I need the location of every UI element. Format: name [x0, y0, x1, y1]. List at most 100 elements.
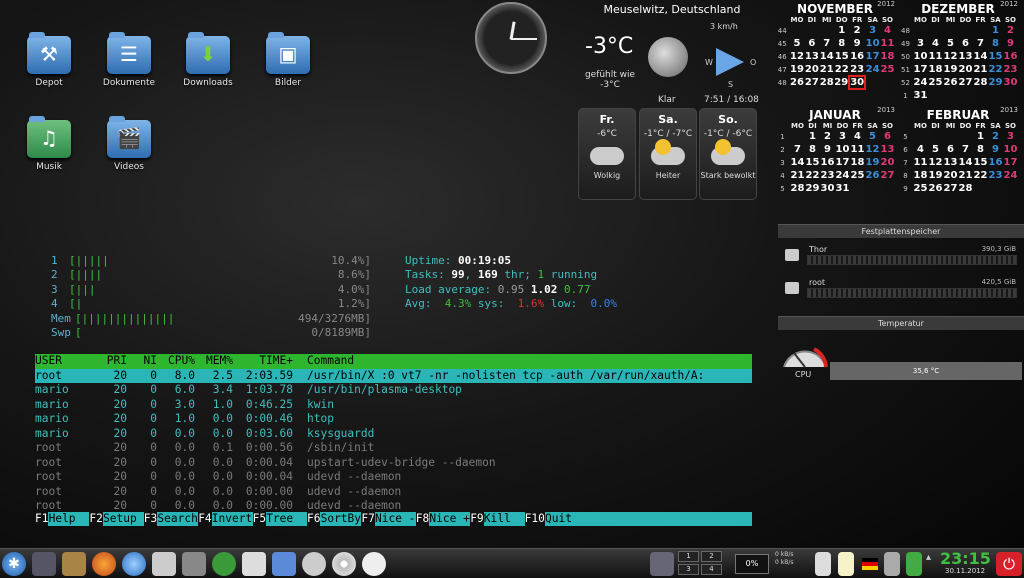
table-row[interactable]: mario 20 0 1.0 0.0 0:00.46 htop [35, 412, 752, 427]
calendar-day[interactable]: 20 [958, 63, 973, 76]
fkey-f9[interactable]: F9 [470, 512, 484, 526]
calendar-day[interactable]: 2 [988, 130, 1003, 143]
desktop-icon-dokumente[interactable]: ☰ Dokumente [94, 32, 164, 88]
calendar-day[interactable]: 8 [988, 37, 1003, 50]
calendar-day[interactable]: 29 [834, 76, 849, 89]
calendar-day[interactable]: 19 [790, 63, 805, 76]
calendar-day[interactable]: 5 [943, 37, 958, 50]
calendar-day[interactable]: 12 [865, 143, 880, 156]
calendar-day[interactable]: 28 [973, 76, 988, 89]
column-header[interactable]: MEM% [195, 354, 233, 369]
calendar-day[interactable]: 19 [865, 156, 880, 169]
process-table[interactable]: USER PRI NI CPU% MEM% TIME+ Command root 20 0 8.0 2… [35, 354, 752, 514]
calendar-day[interactable]: 14 [819, 50, 834, 63]
column-header[interactable]: USER [35, 354, 95, 369]
clipboard-icon[interactable] [815, 552, 831, 576]
calendar-day[interactable]: 22 [988, 63, 1003, 76]
desktop-1[interactable]: 1 [678, 551, 699, 562]
calendar-day[interactable]: 18 [880, 50, 895, 63]
calendar-day[interactable]: 9 [988, 143, 1003, 156]
calendar-day[interactable]: 6 [943, 143, 958, 156]
document-icon[interactable] [272, 552, 296, 576]
update-icon[interactable] [212, 552, 236, 576]
calendar-day[interactable]: 26 [865, 169, 880, 182]
calendar-day[interactable]: 11 [928, 50, 943, 63]
calendar-day[interactable]: 19 [943, 63, 958, 76]
calendar-day[interactable]: 21 [819, 63, 834, 76]
calendar-day[interactable]: 12 [790, 50, 805, 63]
digital-clock[interactable]: 23:15 [940, 549, 991, 568]
calendar-day[interactable]: 27 [880, 169, 895, 182]
table-row[interactable]: mario 20 0 3.0 1.0 0:46.25 kwin [35, 398, 752, 413]
calendar-day[interactable]: 3 [865, 24, 880, 37]
calendar-day[interactable]: 20 [880, 156, 895, 169]
calendar-day[interactable]: 20 [943, 169, 958, 182]
fkey-label[interactable]: Setup [103, 512, 137, 526]
calendar-day[interactable]: 7 [819, 37, 834, 50]
column-header[interactable]: TIME+ [233, 354, 293, 369]
kde-menu-icon[interactable]: ✱ [2, 552, 26, 576]
calendar-day[interactable]: 24 [835, 169, 850, 182]
calendar-day[interactable]: 25 [928, 76, 943, 89]
calendar-day[interactable]: 18 [850, 156, 865, 169]
calendar-day[interactable]: 1 [988, 24, 1003, 37]
desktop-icon-depot[interactable]: ⚒ Depot [14, 32, 84, 88]
table-row[interactable]: mario 20 0 0.0 0.0 0:03.60 ksysguardd [35, 427, 752, 442]
calendar-day[interactable]: 16 [820, 156, 835, 169]
column-header[interactable]: NI [127, 354, 157, 369]
calendar-day[interactable]: 23 [849, 63, 865, 76]
calendar-day[interactable]: 22 [973, 169, 988, 182]
calendar-day[interactable]: 7 [958, 143, 973, 156]
calendar-day[interactable]: 8 [834, 37, 849, 50]
calendar-day[interactable]: 2 [849, 24, 865, 37]
calendar-day[interactable]: 8 [973, 143, 988, 156]
calendar-day[interactable]: 1 [973, 130, 988, 143]
calendar-day[interactable]: 15 [834, 50, 849, 63]
desktop-2[interactable]: 2 [701, 551, 722, 562]
table-row[interactable]: root 20 0 0.0 0.0 0:00.04 udevd --daemon [35, 470, 752, 485]
calendar-day[interactable]: 21 [973, 63, 988, 76]
calendar-day[interactable]: 29 [805, 182, 820, 195]
column-header[interactable]: PRI [95, 354, 127, 369]
calendar-day[interactable]: 10 [913, 50, 928, 63]
fkey-label[interactable]: SortBy [321, 512, 361, 526]
calendar-day[interactable]: 9 [849, 37, 865, 50]
table-row[interactable]: mario 20 0 6.0 3.4 1:03.78/usr/bin/plasma-des… [35, 383, 752, 398]
calendar-day[interactable]: 26 [928, 182, 943, 195]
calendar-day[interactable]: 23 [1003, 63, 1018, 76]
fkey-f6[interactable]: F6 [307, 512, 321, 526]
function-key-bar[interactable]: F1 Help F2 Setup F3 Search F4 Invert F5 Tree F6 Sor… [35, 512, 752, 526]
weather-widget[interactable]: Meuselwitz, Deutschland -3°C gefühlt wie… [578, 0, 766, 205]
calendar-day[interactable]: 17 [913, 63, 928, 76]
calendar-day[interactable]: 28 [958, 182, 973, 195]
calendar-day[interactable]: 27 [943, 182, 958, 195]
calendar-day[interactable]: 4 [880, 24, 895, 37]
calendar-day[interactable]: 17 [865, 50, 880, 63]
calendar-day[interactable]: 24 [1003, 169, 1018, 182]
calendar-day[interactable]: 21 [790, 169, 805, 182]
network-monitor[interactable]: 0 kB/s 0 kB/s [775, 551, 793, 567]
calendar-day[interactable]: 7 [973, 37, 988, 50]
calendar-day[interactable]: 21 [958, 169, 973, 182]
fkey-f5[interactable]: F5 [252, 512, 267, 526]
fkey-label[interactable]: Quit [545, 512, 572, 526]
calendar-day[interactable]: 7 [790, 143, 805, 156]
calendar-day[interactable]: 2 [1003, 24, 1018, 37]
calendar-day[interactable]: 10 [1003, 143, 1018, 156]
fkey-label[interactable]: Search [157, 512, 197, 526]
calendar-day[interactable]: 23 [988, 169, 1003, 182]
calendar-day[interactable]: 28 [790, 182, 805, 195]
fkey-label[interactable]: Kill [484, 512, 511, 526]
calendar-day[interactable]: 22 [834, 63, 849, 76]
calendar-day[interactable]: 20 [804, 63, 819, 76]
fkey-f8[interactable]: F8 [415, 512, 430, 526]
drive-root[interactable]: root 420,5 GiB [785, 278, 1020, 300]
calendar-day[interactable]: 2 [820, 130, 835, 143]
calendar-day[interactable]: 19 [928, 169, 943, 182]
desktop-3[interactable]: 3 [678, 564, 699, 575]
package-icon[interactable] [62, 552, 86, 576]
calendar-day[interactable]: 9 [1003, 37, 1018, 50]
calendar-day[interactable]: 14 [973, 50, 988, 63]
calendar-day[interactable]: 31 [835, 182, 850, 195]
calendar-day[interactable]: 15 [988, 50, 1003, 63]
